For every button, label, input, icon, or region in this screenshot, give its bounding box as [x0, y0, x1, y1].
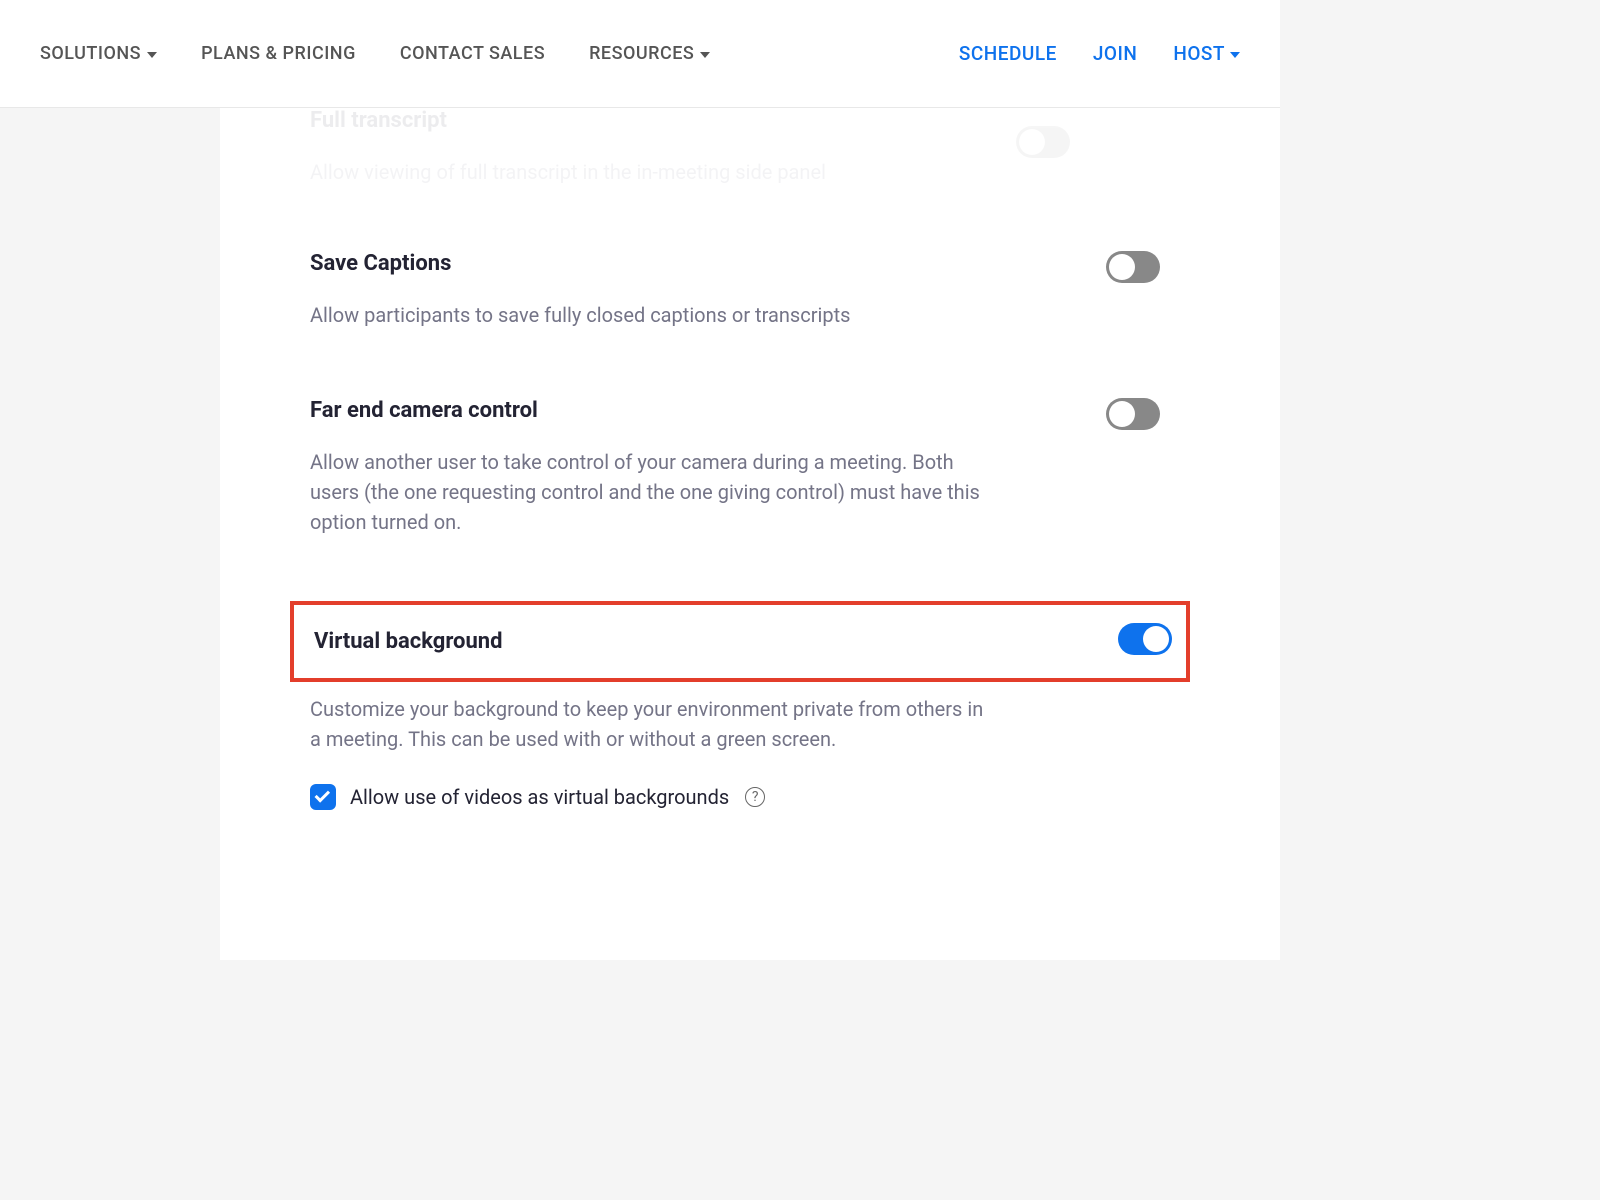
nav-schedule[interactable]: SCHEDULE — [959, 42, 1057, 65]
allow-video-bg-row: Allow use of videos as virtual backgroun… — [220, 754, 1280, 810]
far-end-title: Far end camera control — [310, 398, 1190, 423]
virtual-bg-title: Virtual background — [314, 629, 1166, 654]
full-transcript-toggle[interactable] — [1016, 126, 1070, 158]
toggle-knob — [1019, 129, 1045, 155]
check-icon — [315, 787, 331, 803]
nav-contact-label: CONTACT SALES — [400, 43, 545, 64]
nav-resources[interactable]: RESOURCES — [589, 43, 710, 64]
nav-join[interactable]: JOIN — [1093, 42, 1138, 65]
chevron-down-icon — [147, 52, 157, 58]
save-captions-toggle[interactable] — [1106, 251, 1160, 283]
nav-left-group: SOLUTIONS PLANS & PRICING CONTACT SALES … — [40, 43, 710, 64]
far-end-toggle[interactable] — [1106, 398, 1160, 430]
nav-solutions-label: SOLUTIONS — [40, 43, 141, 64]
nav-host-label: HOST — [1173, 42, 1225, 65]
far-end-camera-setting: Far end camera control Allow another use… — [220, 364, 1280, 571]
toggle-knob — [1109, 254, 1135, 280]
nav-right-group: SCHEDULE JOIN HOST — [959, 42, 1240, 65]
settings-panel: Full transcript Allow viewing of full tr… — [220, 108, 1280, 960]
save-captions-desc: Allow participants to save fully closed … — [310, 300, 990, 330]
chevron-down-icon — [1230, 52, 1240, 58]
nav-resources-label: RESOURCES — [589, 43, 694, 64]
virtual-bg-toggle[interactable] — [1118, 623, 1172, 655]
sidebar — [0, 108, 220, 960]
nav-solutions[interactable]: SOLUTIONS — [40, 43, 157, 64]
full-transcript-desc: Allow viewing of full transcript in the … — [310, 157, 1190, 187]
content-wrapper: Full transcript Allow viewing of full tr… — [0, 108, 1280, 960]
allow-video-bg-label: Allow use of videos as virtual backgroun… — [350, 785, 729, 809]
virtual-background-highlight: Virtual background — [290, 601, 1190, 682]
nav-host[interactable]: HOST — [1173, 42, 1240, 65]
allow-video-bg-checkbox[interactable] — [310, 784, 336, 810]
toggle-knob — [1143, 626, 1169, 652]
nav-plans-label: PLANS & PRICING — [201, 43, 356, 64]
nav-plans-pricing[interactable]: PLANS & PRICING — [201, 43, 356, 64]
nav-join-label: JOIN — [1093, 42, 1138, 65]
toggle-knob — [1109, 401, 1135, 427]
chevron-down-icon — [700, 52, 710, 58]
nav-contact-sales[interactable]: CONTACT SALES — [400, 43, 545, 64]
far-end-desc: Allow another user to take control of yo… — [310, 447, 990, 537]
save-captions-title: Save Captions — [310, 251, 1190, 276]
virtual-bg-desc-block: Customize your background to keep your e… — [220, 682, 1280, 754]
virtual-bg-desc: Customize your background to keep your e… — [310, 694, 990, 754]
nav-schedule-label: SCHEDULE — [959, 42, 1057, 65]
faded-full-transcript: Full transcript Allow viewing of full tr… — [220, 108, 1280, 217]
top-nav: SOLUTIONS PLANS & PRICING CONTACT SALES … — [0, 0, 1280, 108]
help-icon[interactable]: ? — [745, 787, 765, 807]
faded-toggle-wrap — [1016, 126, 1070, 158]
save-captions-setting: Save Captions Allow participants to save… — [220, 217, 1280, 364]
